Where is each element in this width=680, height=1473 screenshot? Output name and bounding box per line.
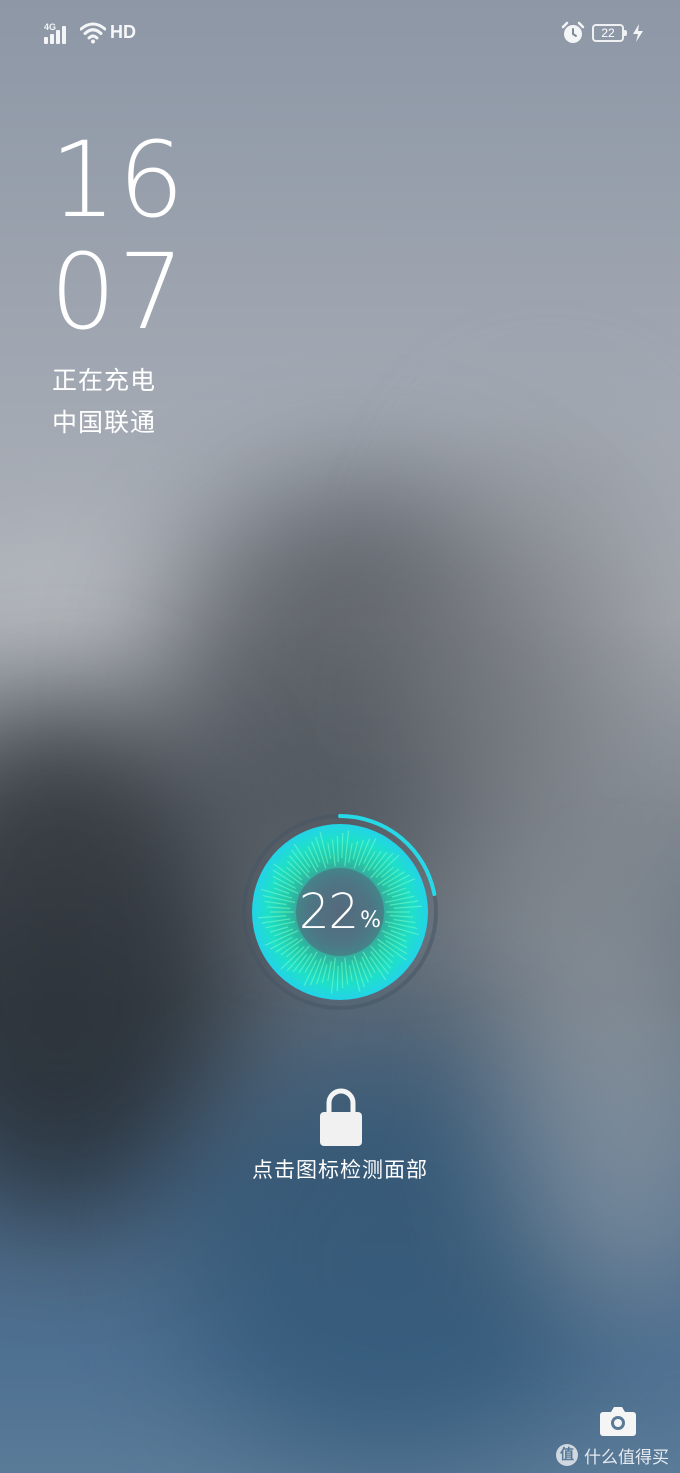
charging-status-text: 正在充电 <box>52 366 157 395</box>
padlock-icon[interactable] <box>318 1086 364 1148</box>
alarm-clock-icon <box>561 21 585 43</box>
lock-clock: 16 07 <box>50 124 186 348</box>
clock-hours: 16 <box>50 119 187 241</box>
watermark-badge: 值 <box>556 1444 578 1466</box>
lightning-bolt-icon <box>633 24 643 42</box>
lock-screen: 4G HD 22 16 07 正在充电 中国联通 22 % 点击图标检测面部 值… <box>0 0 680 1473</box>
lock-info: 正在充电 中国联通 <box>52 360 156 444</box>
charge-percent-value: 22 <box>299 884 359 940</box>
signal-bars-icon: 4G <box>44 22 74 44</box>
face-unlock-hint: 点击图标检测面部 <box>252 1158 428 1182</box>
charge-percentage: 22 % <box>240 812 440 1012</box>
battery-indicator: 22 <box>592 24 627 42</box>
network-type-label: 4G <box>44 22 57 32</box>
site-watermark: 值 什么值得买 <box>556 1442 669 1468</box>
status-bar: 4G HD 22 <box>0 0 680 70</box>
camera-icon[interactable] <box>600 1404 636 1436</box>
charging-ring: 22 % <box>240 812 440 1012</box>
clock-minutes: 07 <box>50 231 187 353</box>
wifi-icon <box>80 22 106 44</box>
watermark-text: 什么值得买 <box>584 1447 669 1468</box>
carrier-name: 中国联通 <box>52 408 157 437</box>
charge-percent-sign: % <box>360 907 381 933</box>
hd-voice-indicator: HD <box>110 22 136 42</box>
